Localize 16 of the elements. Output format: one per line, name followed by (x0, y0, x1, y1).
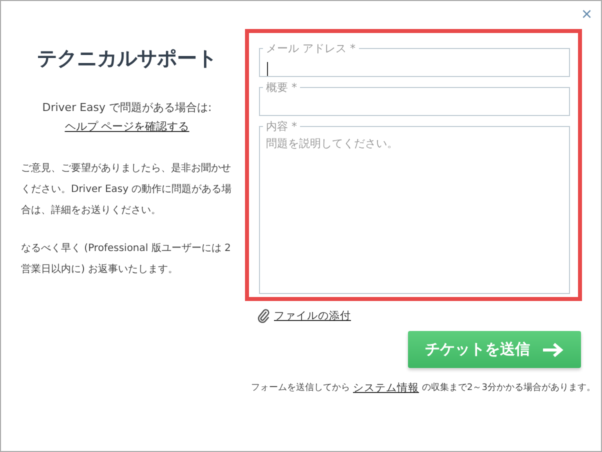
dialog-title: テクニカルサポート (36, 45, 218, 72)
info-paragraph: ご意見、ご要望がありましたら、是非お聞かせください。Driver Easy の動作に問題がある場合は、詳細をお送りください。 (21, 162, 233, 218)
footer-text: の収集まで2～3分かかる場合があります。 (422, 382, 596, 395)
paperclip-icon (257, 308, 270, 323)
submit-ticket-button[interactable]: チケットを送信 (408, 331, 581, 368)
system-info-link[interactable]: システム情報 (353, 381, 419, 395)
attach-file-link[interactable]: ファイルの添付 (274, 308, 351, 322)
footer-text: フォームを送信してから (251, 382, 350, 395)
input-field[interactable]: メール アドレス * (259, 41, 570, 77)
info-paragraph: なるべく早く (Professional 版ユーザーには 2 営業日以内に) お返事いたします。 (21, 242, 232, 277)
input-field[interactable]: 概要 * (259, 80, 570, 116)
intro-text: Driver Easy で問題がある場合は: (42, 100, 212, 115)
message-field[interactable]: 内容 * 問題を説明してください。 (259, 119, 570, 294)
close-button[interactable]: × (578, 3, 595, 25)
help-link[interactable]: ヘルプ ページを確認する (64, 119, 190, 134)
arrow-right-icon (542, 342, 564, 358)
